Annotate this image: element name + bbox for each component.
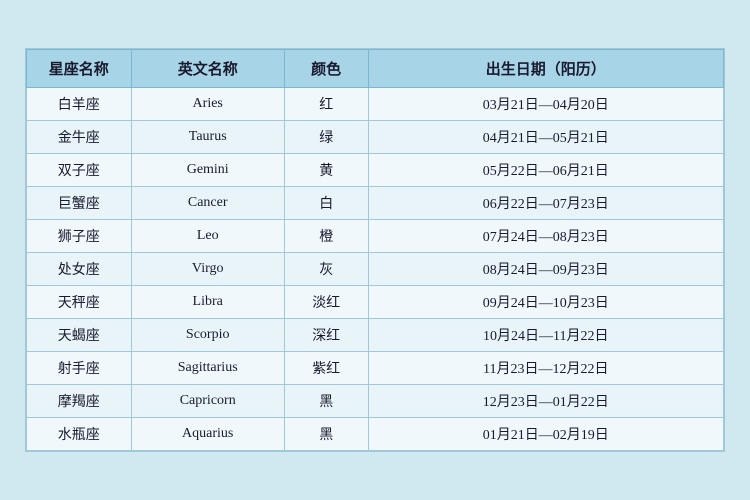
cell-birth-date: 09月24日—10月23日 (368, 286, 724, 319)
cell-english-name: Gemini (131, 154, 284, 187)
cell-birth-date: 07月24日—08月23日 (368, 220, 724, 253)
cell-birth-date: 04月21日—05月21日 (368, 121, 724, 154)
cell-birth-date: 05月22日—06月21日 (368, 154, 724, 187)
table-row: 天蝎座Scorpio深红10月24日—11月22日 (27, 319, 724, 352)
zodiac-table-container: 星座名称 英文名称 颜色 出生日期（阳历） 白羊座Aries红03月21日—04… (25, 48, 725, 452)
cell-color: 深红 (284, 319, 368, 352)
cell-color: 黄 (284, 154, 368, 187)
header-color: 颜色 (284, 50, 368, 88)
cell-english-name: Aries (131, 88, 284, 121)
cell-color: 红 (284, 88, 368, 121)
cell-chinese-name: 巨蟹座 (27, 187, 132, 220)
cell-chinese-name: 天秤座 (27, 286, 132, 319)
table-body: 白羊座Aries红03月21日—04月20日金牛座Taurus绿04月21日—0… (27, 88, 724, 451)
table-row: 巨蟹座Cancer白06月22日—07月23日 (27, 187, 724, 220)
cell-birth-date: 12月23日—01月22日 (368, 385, 724, 418)
cell-chinese-name: 射手座 (27, 352, 132, 385)
cell-color: 灰 (284, 253, 368, 286)
cell-chinese-name: 天蝎座 (27, 319, 132, 352)
cell-chinese-name: 处女座 (27, 253, 132, 286)
cell-chinese-name: 水瓶座 (27, 418, 132, 451)
cell-birth-date: 06月22日—07月23日 (368, 187, 724, 220)
cell-english-name: Virgo (131, 253, 284, 286)
cell-english-name: Aquarius (131, 418, 284, 451)
table-row: 处女座Virgo灰08月24日—09月23日 (27, 253, 724, 286)
cell-chinese-name: 金牛座 (27, 121, 132, 154)
cell-chinese-name: 摩羯座 (27, 385, 132, 418)
header-chinese-name: 星座名称 (27, 50, 132, 88)
cell-color: 橙 (284, 220, 368, 253)
table-row: 白羊座Aries红03月21日—04月20日 (27, 88, 724, 121)
table-header-row: 星座名称 英文名称 颜色 出生日期（阳历） (27, 50, 724, 88)
table-row: 天秤座Libra淡红09月24日—10月23日 (27, 286, 724, 319)
cell-color: 黑 (284, 385, 368, 418)
cell-color: 白 (284, 187, 368, 220)
header-birth-date: 出生日期（阳历） (368, 50, 724, 88)
table-row: 射手座Sagittarius紫红11月23日—12月22日 (27, 352, 724, 385)
cell-birth-date: 11月23日—12月22日 (368, 352, 724, 385)
zodiac-table: 星座名称 英文名称 颜色 出生日期（阳历） 白羊座Aries红03月21日—04… (26, 49, 724, 451)
table-row: 水瓶座Aquarius黑01月21日—02月19日 (27, 418, 724, 451)
cell-birth-date: 08月24日—09月23日 (368, 253, 724, 286)
cell-english-name: Cancer (131, 187, 284, 220)
cell-english-name: Capricorn (131, 385, 284, 418)
cell-color: 绿 (284, 121, 368, 154)
table-row: 双子座Gemini黄05月22日—06月21日 (27, 154, 724, 187)
cell-birth-date: 03月21日—04月20日 (368, 88, 724, 121)
table-row: 狮子座Leo橙07月24日—08月23日 (27, 220, 724, 253)
header-english-name: 英文名称 (131, 50, 284, 88)
cell-chinese-name: 双子座 (27, 154, 132, 187)
table-row: 摩羯座Capricorn黑12月23日—01月22日 (27, 385, 724, 418)
cell-english-name: Sagittarius (131, 352, 284, 385)
cell-english-name: Taurus (131, 121, 284, 154)
cell-english-name: Libra (131, 286, 284, 319)
cell-color: 黑 (284, 418, 368, 451)
cell-english-name: Scorpio (131, 319, 284, 352)
cell-color: 淡红 (284, 286, 368, 319)
cell-birth-date: 10月24日—11月22日 (368, 319, 724, 352)
cell-birth-date: 01月21日—02月19日 (368, 418, 724, 451)
cell-color: 紫红 (284, 352, 368, 385)
cell-chinese-name: 白羊座 (27, 88, 132, 121)
table-row: 金牛座Taurus绿04月21日—05月21日 (27, 121, 724, 154)
cell-english-name: Leo (131, 220, 284, 253)
cell-chinese-name: 狮子座 (27, 220, 132, 253)
